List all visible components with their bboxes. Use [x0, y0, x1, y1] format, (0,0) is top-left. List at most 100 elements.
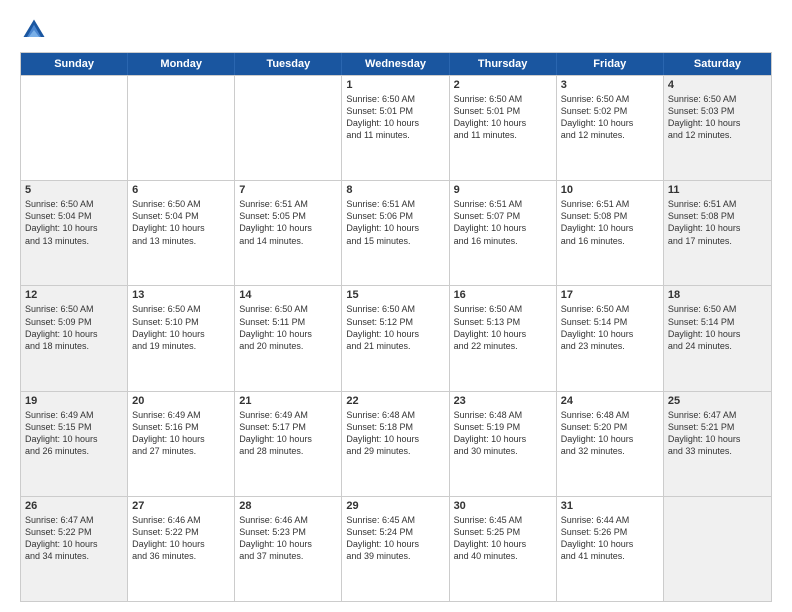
cal-cell: 3 Sunrise: 6:50 AM Sunset: 5:02 PM Daylig…	[557, 76, 664, 180]
day-info: Sunrise: 6:46 AM Sunset: 5:23 PM Dayligh…	[239, 514, 337, 563]
day-info: Sunrise: 6:50 AM Sunset: 5:01 PM Dayligh…	[346, 93, 444, 142]
cal-cell	[664, 497, 771, 601]
day-number: 2	[454, 79, 552, 91]
day-number: 16	[454, 289, 552, 301]
day-number: 18	[668, 289, 767, 301]
cal-cell: 25 Sunrise: 6:47 AM Sunset: 5:21 PM Dayli…	[664, 392, 771, 496]
day-info: Sunrise: 6:50 AM Sunset: 5:04 PM Dayligh…	[132, 198, 230, 247]
day-info: Sunrise: 6:50 AM Sunset: 5:11 PM Dayligh…	[239, 303, 337, 352]
cal-cell: 26Sunrise: 6:47 AM Sunset: 5:22 PM Dayli…	[21, 497, 128, 601]
cal-cell: 10 Sunrise: 6:51 AM Sunset: 5:08 PM Dayli…	[557, 181, 664, 285]
cal-cell: 4Sunrise: 6:50 AM Sunset: 5:03 PM Daylig…	[664, 76, 771, 180]
calendar: SundayMondayTuesdayWednesdayThursdayFrid…	[20, 52, 772, 602]
cal-cell: 12 Sunrise: 6:50 AM Sunset: 5:09 PM Dayli…	[21, 286, 128, 390]
cal-cell: 24Sunrise: 6:48 AM Sunset: 5:20 PM Dayli…	[557, 392, 664, 496]
cal-cell: 31 Sunrise: 6:44 AM Sunset: 5:26 PM Dayli…	[557, 497, 664, 601]
day-number: 12	[25, 289, 123, 301]
day-info: Sunrise: 6:50 AM Sunset: 5:14 PM Dayligh…	[668, 303, 767, 352]
cal-cell: 8 Sunrise: 6:51 AM Sunset: 5:06 PM Daylig…	[342, 181, 449, 285]
cal-cell	[128, 76, 235, 180]
day-info: Sunrise: 6:48 AM Sunset: 5:19 PM Dayligh…	[454, 409, 552, 458]
day-number: 24	[561, 395, 659, 407]
logo	[20, 16, 52, 44]
week-row-4: 26Sunrise: 6:47 AM Sunset: 5:22 PM Dayli…	[21, 496, 771, 601]
cal-cell	[21, 76, 128, 180]
day-info: Sunrise: 6:45 AM Sunset: 5:25 PM Dayligh…	[454, 514, 552, 563]
cal-cell: 7 Sunrise: 6:51 AM Sunset: 5:05 PM Daylig…	[235, 181, 342, 285]
day-number: 11	[668, 184, 767, 196]
day-number: 29	[346, 500, 444, 512]
day-info: Sunrise: 6:50 AM Sunset: 5:04 PM Dayligh…	[25, 198, 123, 247]
week-row-3: 19Sunrise: 6:49 AM Sunset: 5:15 PM Dayli…	[21, 391, 771, 496]
day-number: 25	[668, 395, 767, 407]
cal-cell: 30 Sunrise: 6:45 AM Sunset: 5:25 PM Dayli…	[450, 497, 557, 601]
day-number: 23	[454, 395, 552, 407]
day-number: 7	[239, 184, 337, 196]
cal-cell: 21 Sunrise: 6:49 AM Sunset: 5:17 PM Dayli…	[235, 392, 342, 496]
cal-cell: 6 Sunrise: 6:50 AM Sunset: 5:04 PM Daylig…	[128, 181, 235, 285]
day-number: 17	[561, 289, 659, 301]
page: SundayMondayTuesdayWednesdayThursdayFrid…	[0, 0, 792, 612]
cal-cell: 17 Sunrise: 6:50 AM Sunset: 5:14 PM Dayli…	[557, 286, 664, 390]
day-info: Sunrise: 6:50 AM Sunset: 5:09 PM Dayligh…	[25, 303, 123, 352]
cal-cell: 11 Sunrise: 6:51 AM Sunset: 5:08 PM Dayli…	[664, 181, 771, 285]
cal-cell: 15 Sunrise: 6:50 AM Sunset: 5:12 PM Dayli…	[342, 286, 449, 390]
day-info: Sunrise: 6:50 AM Sunset: 5:10 PM Dayligh…	[132, 303, 230, 352]
day-header-wednesday: Wednesday	[342, 53, 449, 75]
calendar-header-row: SundayMondayTuesdayWednesdayThursdayFrid…	[21, 53, 771, 75]
day-number: 27	[132, 500, 230, 512]
day-header-tuesday: Tuesday	[235, 53, 342, 75]
cal-cell: 16 Sunrise: 6:50 AM Sunset: 5:13 PM Dayli…	[450, 286, 557, 390]
day-number: 15	[346, 289, 444, 301]
day-info: Sunrise: 6:44 AM Sunset: 5:26 PM Dayligh…	[561, 514, 659, 563]
day-info: Sunrise: 6:50 AM Sunset: 5:02 PM Dayligh…	[561, 93, 659, 142]
day-number: 10	[561, 184, 659, 196]
cal-cell: 13 Sunrise: 6:50 AM Sunset: 5:10 PM Dayli…	[128, 286, 235, 390]
day-info: Sunrise: 6:47 AM Sunset: 5:21 PM Dayligh…	[668, 409, 767, 458]
day-number: 9	[454, 184, 552, 196]
cal-cell: 9Sunrise: 6:51 AM Sunset: 5:07 PM Daylig…	[450, 181, 557, 285]
day-number: 19	[25, 395, 123, 407]
day-info: Sunrise: 6:51 AM Sunset: 5:05 PM Dayligh…	[239, 198, 337, 247]
logo-icon	[20, 16, 48, 44]
day-number: 21	[239, 395, 337, 407]
day-number: 8	[346, 184, 444, 196]
day-header-thursday: Thursday	[450, 53, 557, 75]
day-number: 26	[25, 500, 123, 512]
day-number: 13	[132, 289, 230, 301]
week-row-1: 5Sunrise: 6:50 AM Sunset: 5:04 PM Daylig…	[21, 180, 771, 285]
day-number: 20	[132, 395, 230, 407]
header	[20, 16, 772, 44]
day-info: Sunrise: 6:50 AM Sunset: 5:03 PM Dayligh…	[668, 93, 767, 142]
day-info: Sunrise: 6:51 AM Sunset: 5:08 PM Dayligh…	[561, 198, 659, 247]
day-number: 31	[561, 500, 659, 512]
day-info: Sunrise: 6:49 AM Sunset: 5:16 PM Dayligh…	[132, 409, 230, 458]
day-info: Sunrise: 6:50 AM Sunset: 5:13 PM Dayligh…	[454, 303, 552, 352]
day-header-saturday: Saturday	[664, 53, 771, 75]
cal-cell: 19Sunrise: 6:49 AM Sunset: 5:15 PM Dayli…	[21, 392, 128, 496]
day-header-monday: Monday	[128, 53, 235, 75]
week-row-0: 1 Sunrise: 6:50 AM Sunset: 5:01 PM Daylig…	[21, 75, 771, 180]
day-info: Sunrise: 6:49 AM Sunset: 5:17 PM Dayligh…	[239, 409, 337, 458]
cal-cell: 20 Sunrise: 6:49 AM Sunset: 5:16 PM Dayli…	[128, 392, 235, 496]
day-number: 22	[346, 395, 444, 407]
cal-cell: 5Sunrise: 6:50 AM Sunset: 5:04 PM Daylig…	[21, 181, 128, 285]
day-number: 14	[239, 289, 337, 301]
cal-cell: 14 Sunrise: 6:50 AM Sunset: 5:11 PM Dayli…	[235, 286, 342, 390]
day-info: Sunrise: 6:50 AM Sunset: 5:12 PM Dayligh…	[346, 303, 444, 352]
day-number: 30	[454, 500, 552, 512]
day-info: Sunrise: 6:50 AM Sunset: 5:01 PM Dayligh…	[454, 93, 552, 142]
day-info: Sunrise: 6:51 AM Sunset: 5:06 PM Dayligh…	[346, 198, 444, 247]
cal-cell: 18 Sunrise: 6:50 AM Sunset: 5:14 PM Dayli…	[664, 286, 771, 390]
day-info: Sunrise: 6:50 AM Sunset: 5:14 PM Dayligh…	[561, 303, 659, 352]
cal-cell: 28 Sunrise: 6:46 AM Sunset: 5:23 PM Dayli…	[235, 497, 342, 601]
cal-cell: 23 Sunrise: 6:48 AM Sunset: 5:19 PM Dayli…	[450, 392, 557, 496]
day-header-friday: Friday	[557, 53, 664, 75]
day-number: 6	[132, 184, 230, 196]
day-info: Sunrise: 6:51 AM Sunset: 5:08 PM Dayligh…	[668, 198, 767, 247]
cal-cell: 2 Sunrise: 6:50 AM Sunset: 5:01 PM Daylig…	[450, 76, 557, 180]
day-number: 1	[346, 79, 444, 91]
day-number: 28	[239, 500, 337, 512]
day-number: 3	[561, 79, 659, 91]
day-header-sunday: Sunday	[21, 53, 128, 75]
